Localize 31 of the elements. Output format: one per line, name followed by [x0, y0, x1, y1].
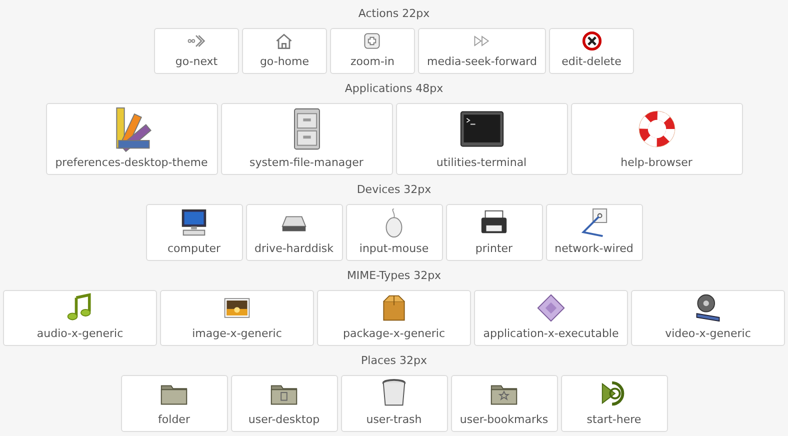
icon-tile[interactable]: input-mouse	[346, 204, 442, 261]
section-heading: Actions 22px	[358, 6, 430, 22]
icon-tile[interactable]: video-x-generic	[631, 290, 785, 346]
diamond-icon	[535, 293, 567, 323]
delete-icon	[580, 31, 602, 51]
section-heading: Places 32px	[361, 353, 427, 369]
icon-tile[interactable]: go-home	[242, 28, 327, 74]
icon-tile[interactable]: package-x-generic	[317, 290, 471, 346]
icon-tile[interactable]: utilities-terminal	[396, 103, 568, 175]
section-heading: Devices 32px	[356, 182, 432, 198]
icon-tile[interactable]: start-here	[560, 375, 668, 432]
icon-tile[interactable]: user-trash	[340, 375, 448, 432]
section-heading: Applications 48px	[344, 81, 444, 97]
icon-tile[interactable]: image-x-generic	[160, 290, 314, 346]
icon-tile[interactable]: folder	[120, 375, 228, 432]
icon-tile[interactable]: go-next	[154, 28, 239, 74]
icon-tile[interactable]: computer	[146, 204, 242, 261]
icon-tile[interactable]: user-bookmarks	[450, 375, 558, 432]
icon-tile[interactable]: printer	[446, 204, 542, 261]
icon-tile[interactable]: network-wired	[546, 204, 642, 261]
icon-tile[interactable]: application-x-executable	[474, 290, 628, 346]
icon-tile[interactable]: drive-harddisk	[246, 204, 342, 261]
icon-tile[interactable]: system-file-manager	[220, 103, 392, 175]
section-heading: MIME-Types 32px	[346, 268, 442, 284]
icon-tile[interactable]: edit-delete	[549, 28, 634, 74]
icon-tile[interactable]: audio-x-generic	[3, 290, 157, 346]
icon-tile[interactable]: preferences-desktop-theme	[46, 103, 218, 175]
icon-tile[interactable]: media-seek-forward	[418, 28, 546, 74]
icon-tile[interactable]: zoom-in	[330, 28, 415, 74]
icon-tile[interactable]: help-browser	[570, 103, 742, 175]
icon-tile[interactable]: user-desktop	[230, 375, 338, 432]
